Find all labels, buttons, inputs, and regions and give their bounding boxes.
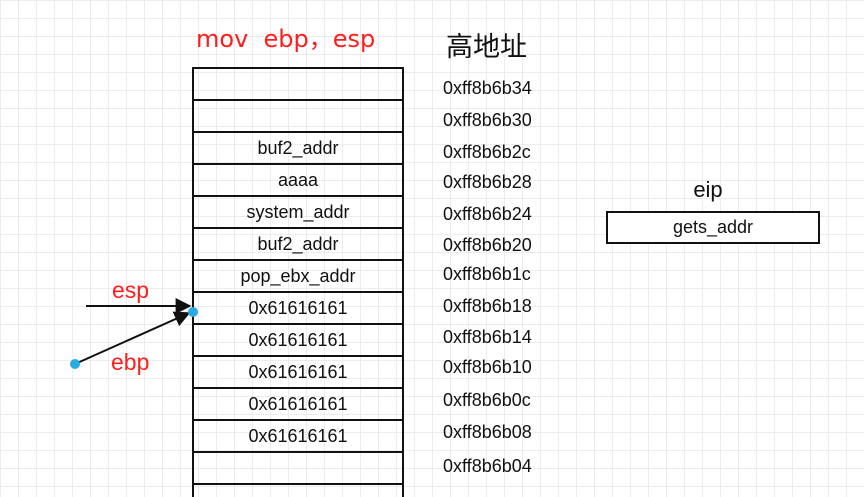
esp-dot-icon [188, 307, 198, 317]
ebp-arrow [74, 311, 191, 365]
pointer-arrows [70, 298, 198, 369]
ebp-dot-icon [70, 359, 80, 369]
